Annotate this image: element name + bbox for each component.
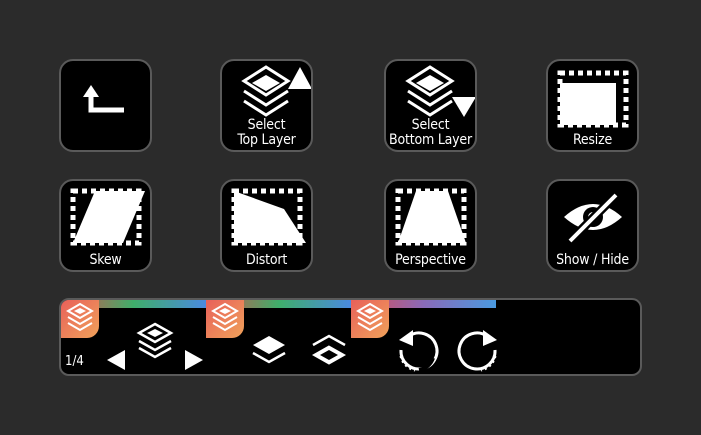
layer-order-dial[interactable] [247, 334, 347, 374]
rotate-dial[interactable] [393, 326, 503, 376]
layer-badge-2 [206, 300, 244, 338]
perspective-button[interactable]: Perspective [384, 179, 477, 272]
resize-button[interactable]: Resize [546, 59, 639, 152]
rotate-right-icon[interactable] [457, 330, 497, 372]
dial-strip[interactable]: 1/4 [59, 298, 642, 376]
rotate-left-icon[interactable] [399, 330, 439, 372]
select-top-layer-label: Select Top Layer [237, 117, 296, 148]
dial-page-indicator: 1/4 [65, 354, 84, 369]
layers-icon [136, 322, 174, 359]
distort-label: Distort [245, 252, 288, 268]
distort-button[interactable]: Distort [220, 179, 313, 272]
skew-label: Skew [89, 252, 122, 268]
layer-select-dial[interactable] [103, 320, 203, 376]
show-hide-button[interactable]: Show / Hide [546, 179, 639, 272]
layers-icon [66, 302, 94, 332]
back-button[interactable] [59, 59, 152, 152]
layer-prev-icon[interactable] [107, 350, 125, 370]
layer-badge-1 [61, 300, 99, 338]
layers-icon [356, 302, 384, 332]
layer-below-icon[interactable] [311, 334, 347, 365]
select-bottom-layer-button[interactable]: Select Bottom Layer [384, 59, 477, 152]
select-bottom-layer-label: Select Bottom Layer [389, 117, 472, 148]
back-arrow-icon [83, 85, 124, 113]
layer-above-icon[interactable] [252, 336, 286, 364]
layer-next-icon[interactable] [185, 350, 203, 370]
resize-label: Resize [572, 132, 613, 148]
perspective-label: Perspective [395, 252, 466, 268]
layers-icon [211, 302, 239, 332]
show-hide-label: Show / Hide [556, 252, 629, 268]
skew-button[interactable]: Skew [59, 179, 152, 272]
layer-badge-3 [351, 300, 389, 338]
select-top-layer-button[interactable]: Select Top Layer [220, 59, 313, 152]
